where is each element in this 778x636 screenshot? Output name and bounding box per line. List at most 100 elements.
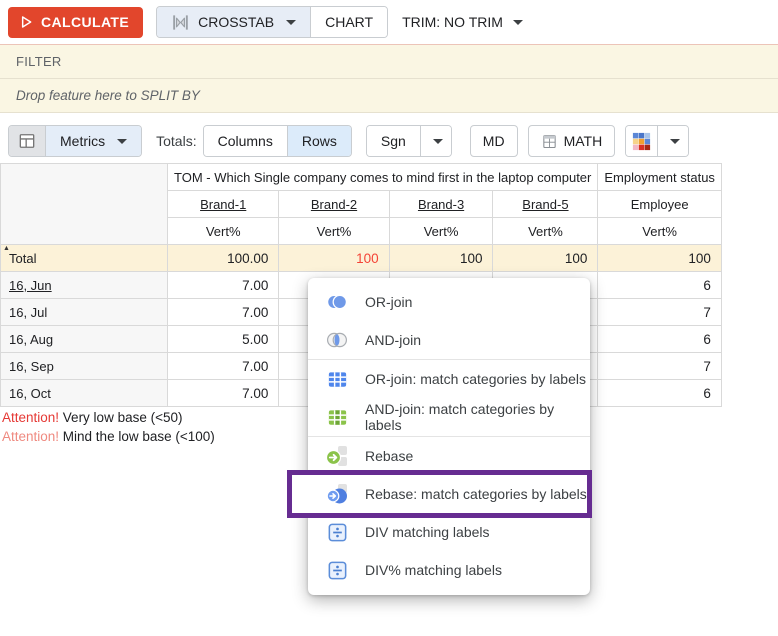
layout-button[interactable]	[9, 126, 45, 156]
total-row: ▲ Total 100.00 100 100 100 100	[1, 245, 722, 272]
chart-label: CHART	[325, 14, 373, 30]
menu-item-and-join[interactable]: AND-join	[308, 321, 590, 359]
chevron-down-icon	[117, 139, 127, 144]
trim-label: TRIM: NO TRIM	[402, 14, 503, 30]
attention-prefix: Attention!	[2, 429, 59, 444]
totals-columns-button[interactable]: Columns	[204, 126, 287, 156]
sgn-split-button: Sgn	[366, 125, 452, 157]
color-map-dropdown-button[interactable]	[657, 126, 688, 156]
menu-item-div-percent-matching[interactable]: DIV% matching labels	[308, 551, 590, 589]
metric-header: Vert%	[279, 218, 389, 245]
md-button[interactable]: MD	[470, 125, 518, 157]
venn-and-icon	[325, 328, 349, 352]
divide-icon	[325, 520, 349, 544]
totals-label: Totals:	[156, 133, 196, 149]
metrics-dropdown[interactable]: Metrics	[45, 126, 141, 156]
color-grid-icon	[632, 132, 651, 151]
value-cell: 7	[598, 299, 722, 326]
sgn-button[interactable]: Sgn	[367, 126, 420, 156]
color-map-button[interactable]	[626, 126, 657, 156]
row-label-16-jun[interactable]: 16, Jun	[1, 272, 168, 299]
chevron-down-icon	[513, 20, 523, 25]
menu-item-div-matching[interactable]: DIV matching labels	[308, 513, 590, 551]
value-cell: 7	[598, 353, 722, 380]
metric-header: Vert%	[493, 218, 598, 245]
menu-item-label: AND-join: match categories by labels	[365, 401, 590, 433]
metric-header: Vert%	[389, 218, 493, 245]
metrics-label: Metrics	[60, 133, 105, 149]
metric-header: Vert%	[598, 218, 722, 245]
menu-item-rebase-match[interactable]: Rebase: match categories by labels	[308, 475, 590, 513]
value-cell: 100	[598, 245, 722, 272]
math-label: MATH	[564, 133, 603, 149]
question-group-header: Employment status	[598, 164, 722, 191]
grid-green-icon	[325, 405, 349, 429]
menu-item-label: DIV matching labels	[365, 524, 490, 540]
menu-item-label: OR-join	[365, 294, 412, 310]
value-cell: 5.00	[168, 326, 279, 353]
column-header-brand-5[interactable]: Brand-5	[493, 191, 598, 218]
menu-item-label: Rebase: match categories by labels	[365, 486, 587, 502]
split-by-placeholder: Drop feature here to SPLIT BY	[16, 88, 200, 103]
value-cell-alert: 100	[279, 245, 389, 272]
value-cell: 100	[493, 245, 598, 272]
calculate-button[interactable]: CALCULATE	[8, 7, 143, 38]
chevron-down-icon	[433, 139, 443, 144]
menu-item-or-join-match[interactable]: OR-join: match categories by labels	[308, 360, 590, 398]
math-icon	[541, 133, 558, 150]
crosstab-icon	[171, 13, 190, 32]
top-toolbar: CALCULATE CROSSTAB CHART TRIM: NO TRIM	[0, 0, 778, 44]
sgn-dropdown-button[interactable]	[420, 126, 451, 156]
value-cell: 7.00	[168, 299, 279, 326]
column-header-brand-3[interactable]: Brand-3	[389, 191, 493, 218]
menu-item-label: DIV% matching labels	[365, 562, 502, 578]
totals-toggle-group: Columns Rows	[203, 125, 352, 157]
crosstab-button[interactable]: CROSSTAB	[157, 7, 310, 37]
row-label-16-sep: 16, Sep	[1, 353, 168, 380]
venn-or-icon	[325, 290, 349, 314]
corner-cell	[1, 164, 168, 245]
sgn-label: Sgn	[381, 133, 406, 149]
attention-note-low-base: Attention! Very low base (<50)	[2, 408, 215, 427]
filter-label: FILTER	[16, 54, 62, 69]
filter-bar[interactable]: FILTER	[0, 44, 778, 78]
total-label-cell: ▲ Total	[1, 245, 168, 272]
totals-rows-button[interactable]: Rows	[287, 126, 351, 156]
question-group-header: TOM - Which Single company comes to mind…	[168, 164, 598, 191]
trim-dropdown[interactable]: TRIM: NO TRIM	[402, 14, 523, 30]
rebase-icon	[325, 444, 349, 468]
attention-note-mind-base: Attention! Mind the low base (<100)	[2, 427, 215, 446]
color-map-split-button	[625, 125, 689, 157]
row-label-16-jul: 16, Jul	[1, 299, 168, 326]
divide-icon	[325, 558, 349, 582]
column-header-brand-2[interactable]: Brand-2	[279, 191, 389, 218]
crosstab-label: CROSSTAB	[198, 14, 274, 30]
menu-item-and-join-match[interactable]: AND-join: match categories by labels	[308, 398, 590, 436]
join-context-menu: OR-join AND-join OR-join: match categori…	[308, 278, 590, 595]
metrics-group: Metrics	[8, 125, 142, 157]
attention-prefix: Attention!	[2, 410, 59, 425]
play-icon	[18, 14, 34, 30]
chevron-down-icon	[670, 139, 680, 144]
math-button[interactable]: MATH	[528, 125, 616, 157]
split-by-dropzone[interactable]: Drop feature here to SPLIT BY	[0, 78, 778, 113]
column-header-brand-1[interactable]: Brand-1	[168, 191, 279, 218]
sort-indicator-icon: ▲	[3, 245, 10, 252]
table-layout-icon	[17, 131, 37, 151]
metrics-toolbar: Metrics Totals: Columns Rows Sgn MD	[0, 119, 778, 163]
metric-header: Vert%	[168, 218, 279, 245]
grid-blue-icon	[325, 367, 349, 391]
value-cell: 7.00	[168, 353, 279, 380]
column-header-employee: Employee	[598, 191, 722, 218]
chart-button[interactable]: CHART	[310, 7, 387, 37]
row-label-16-oct: 16, Oct	[1, 380, 168, 407]
columns-label: Columns	[218, 133, 273, 149]
value-cell: 6	[598, 380, 722, 407]
menu-item-label: AND-join	[365, 332, 421, 348]
chevron-down-icon	[286, 20, 296, 25]
menu-item-label: OR-join: match categories by labels	[365, 371, 586, 387]
rebase-match-icon	[325, 482, 349, 506]
menu-item-or-join[interactable]: OR-join	[308, 283, 590, 321]
menu-item-label: Rebase	[365, 448, 413, 464]
md-label: MD	[483, 133, 505, 149]
